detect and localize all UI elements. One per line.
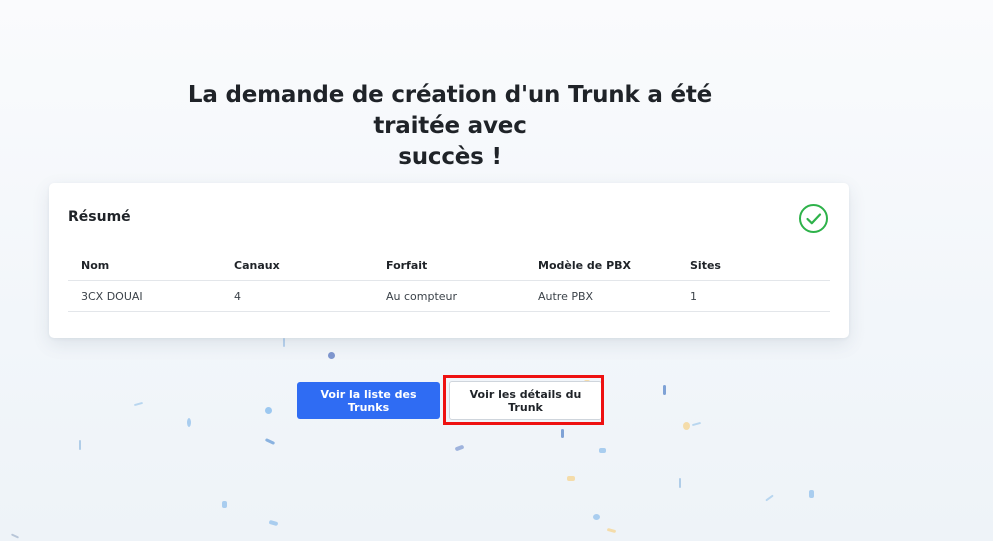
cell-sites: 1 bbox=[677, 280, 830, 312]
column-header-modele-pbx: Modèle de PBX bbox=[525, 251, 677, 281]
table-row: 3CX DOUAI 4 Au compteur Autre PBX 1 bbox=[68, 280, 830, 312]
view-trunk-details-button[interactable]: Voir les détails du Trunk bbox=[449, 381, 602, 420]
summary-table: Nom Canaux Forfait Modèle de PBX Sites 3… bbox=[68, 251, 830, 312]
column-header-canaux: Canaux bbox=[221, 251, 373, 281]
column-header-sites: Sites bbox=[677, 251, 830, 281]
check-circle-icon bbox=[799, 204, 828, 233]
table-header-row: Nom Canaux Forfait Modèle de PBX Sites bbox=[68, 251, 830, 281]
cell-canaux: 4 bbox=[221, 280, 373, 312]
view-trunks-list-button[interactable]: Voir la liste des Trunks bbox=[297, 382, 440, 419]
cell-forfait: Au compteur bbox=[373, 280, 525, 312]
page-title-line-1: La demande de création d'un Trunk a été … bbox=[187, 82, 713, 139]
cell-modele-pbx: Autre PBX bbox=[525, 280, 677, 312]
cell-nom: 3CX DOUAI bbox=[68, 280, 221, 312]
page-title-line-2: succès ! bbox=[398, 144, 502, 170]
column-header-nom: Nom bbox=[68, 251, 221, 281]
summary-card: Résumé Nom Canaux Forfait Modèle de PBX … bbox=[49, 183, 849, 338]
summary-title: Résumé bbox=[68, 209, 131, 225]
success-page: La demande de création d'un Trunk a été … bbox=[0, 0, 993, 541]
column-header-forfait: Forfait bbox=[373, 251, 525, 281]
page-title: La demande de création d'un Trunk a été … bbox=[150, 80, 750, 173]
